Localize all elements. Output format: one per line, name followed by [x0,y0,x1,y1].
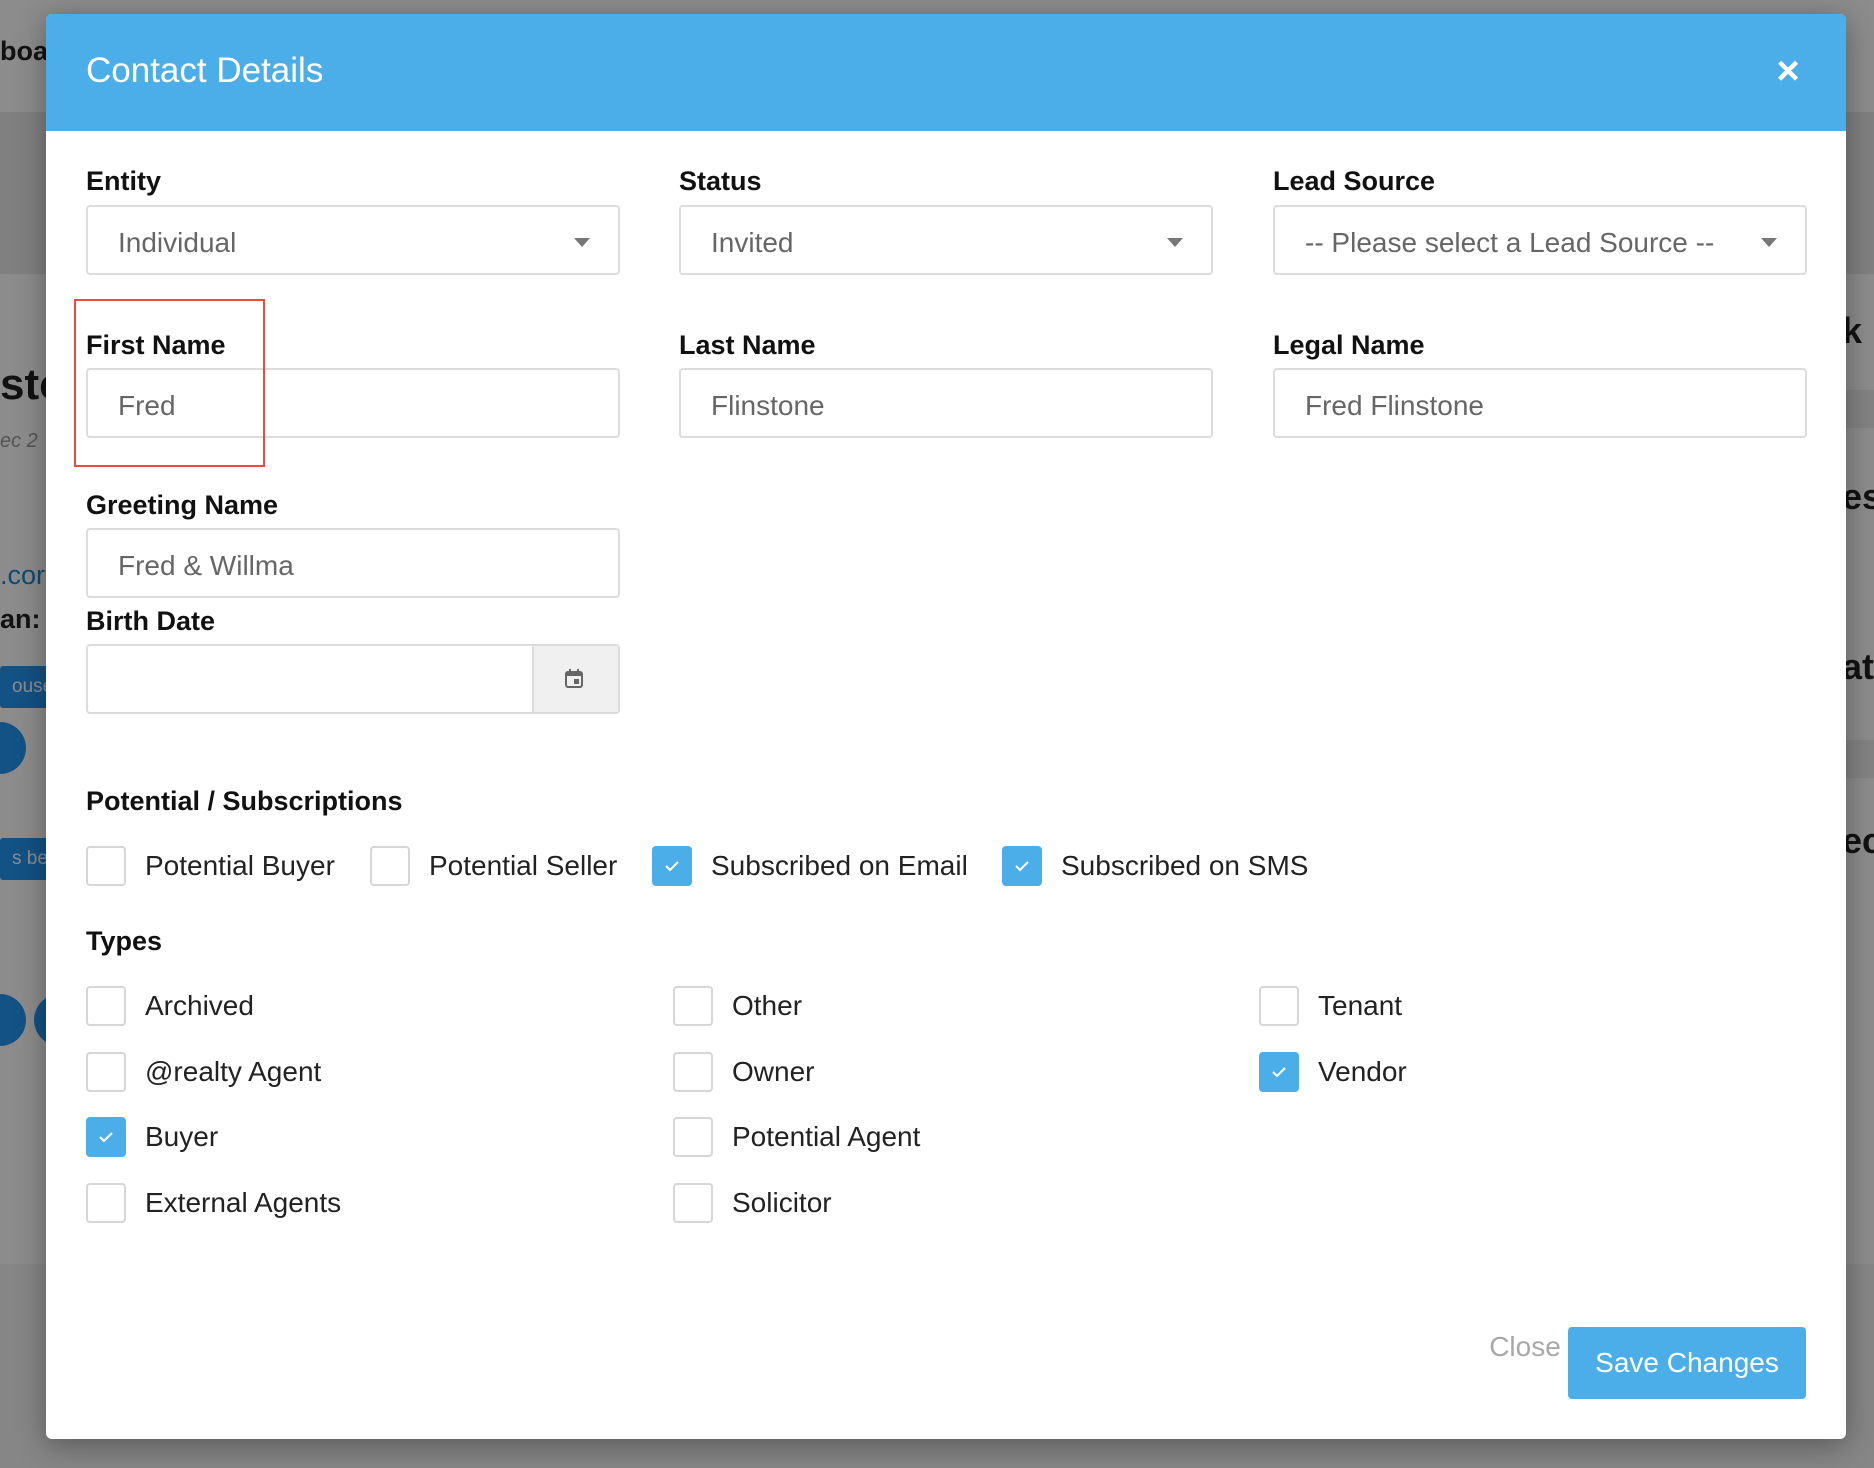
checkbox-potential-buyer[interactable]: Potential Buyer [86,846,335,886]
checkbox-potential-seller[interactable]: Potential Seller [370,846,617,886]
greeting-name-label: Greeting Name [86,490,279,520]
last-name-label: Last Name [679,330,816,360]
checkbox-solicitor[interactable]: Solicitor [673,1183,832,1223]
checkbox-tenant[interactable]: Tenant [1259,986,1402,1026]
checkmark-icon [1015,861,1029,872]
checkbox-box[interactable] [86,1117,126,1157]
lead-source-select[interactable]: -- Please select a Lead Source -- [1273,205,1807,275]
checkbox-owner[interactable]: Owner [673,1052,814,1092]
status-label: Status [679,166,762,196]
checkbox-label: Vendor [1318,1056,1407,1087]
chevron-down-icon [574,238,590,247]
checkbox-box[interactable] [86,986,126,1026]
checkbox-box[interactable] [1259,1052,1299,1092]
checkbox-label: Archived [145,990,254,1021]
checkbox-box[interactable] [673,1052,713,1092]
checkbox-box[interactable] [370,846,410,886]
checkbox-other[interactable]: Other [673,986,802,1026]
checkbox-box[interactable] [86,846,126,886]
checkbox-label: Potential Buyer [145,850,335,881]
first-name-value: Fred [118,390,176,421]
checkbox-external-agents[interactable]: External Agents [86,1183,341,1223]
checkbox-potential-agent[interactable]: Potential Agent [673,1117,920,1157]
checkbox-label: Subscribed on SMS [1061,850,1309,881]
checkbox-box[interactable] [86,1052,126,1092]
close-icon[interactable]: × [1770,51,1806,91]
greeting-name-value: Fred & Willma [118,550,294,581]
legal-name-value: Fred Flinstone [1305,390,1484,421]
chevron-down-icon [1761,238,1777,247]
checkbox-subscribed-on-email[interactable]: Subscribed on Email [652,846,968,886]
legal-name-field[interactable]: Fred Flinstone [1273,368,1807,438]
checkbox-label: Buyer [145,1121,219,1152]
checkbox-label: Potential Seller [429,850,618,881]
checkbox-label: Subscribed on Email [711,850,968,881]
checkbox-label: Owner [732,1056,815,1087]
status-value: Invited [711,227,794,258]
birth-date-field[interactable] [86,644,620,714]
checkbox-box[interactable] [1259,986,1299,1026]
entity-select[interactable]: Individual [86,205,620,275]
entity-value: Individual [118,227,237,258]
checkbox-subscribed-on-sms[interactable]: Subscribed on SMS [1002,846,1308,886]
save-changes-button[interactable]: Save Changes [1568,1327,1806,1399]
first-name-field[interactable]: Fred [86,368,620,438]
date-picker-button[interactable] [532,646,618,712]
checkbox-label: Tenant [1318,990,1403,1021]
greeting-name-field[interactable]: Fred & Willma [86,528,620,598]
modal-title: Contact Details [86,51,324,90]
checkbox-label: Solicitor [732,1187,832,1218]
entity-label: Entity [86,166,162,196]
legal-name-label: Legal Name [1273,330,1425,360]
checkbox-buyer[interactable]: Buyer [86,1117,218,1157]
checkbox-label: External Agents [145,1187,342,1218]
checkbox-box[interactable] [673,986,713,1026]
types-heading: Types [86,926,163,956]
lead-source-label: Lead Source [1273,166,1436,196]
checkbox--realty-agent[interactable]: @realty Agent [86,1052,321,1092]
checkbox-vendor[interactable]: Vendor [1259,1052,1407,1092]
checkbox-label: @realty Agent [145,1056,322,1087]
modal-header: Contact Details × [46,14,1846,131]
potential-subscriptions-heading: Potential / Subscriptions [86,786,403,816]
first-name-label: First Name [86,330,226,360]
checkbox-box[interactable] [86,1183,126,1223]
last-name-value: Flinstone [711,390,825,421]
birth-date-label: Birth Date [86,606,216,636]
lead-source-value: -- Please select a Lead Source -- [1305,227,1715,258]
calendar-icon [565,669,583,688]
checkbox-box[interactable] [673,1183,713,1223]
last-name-field[interactable]: Flinstone [679,368,1213,438]
chevron-down-icon [1167,238,1183,247]
checkbox-archived[interactable]: Archived [86,986,254,1026]
checkmark-icon [665,861,679,872]
checkbox-label: Other [732,990,803,1021]
checkbox-box[interactable] [673,1117,713,1157]
status-select[interactable]: Invited [679,205,1213,275]
checkbox-box[interactable] [652,846,692,886]
checkbox-box[interactable] [1002,846,1042,886]
contact-details-modal: Contact Details × Entity Individual Stat… [46,14,1846,1439]
checkmark-icon [99,1132,113,1143]
checkmark-icon [1272,1067,1286,1078]
checkbox-label: Potential Agent [732,1121,921,1152]
